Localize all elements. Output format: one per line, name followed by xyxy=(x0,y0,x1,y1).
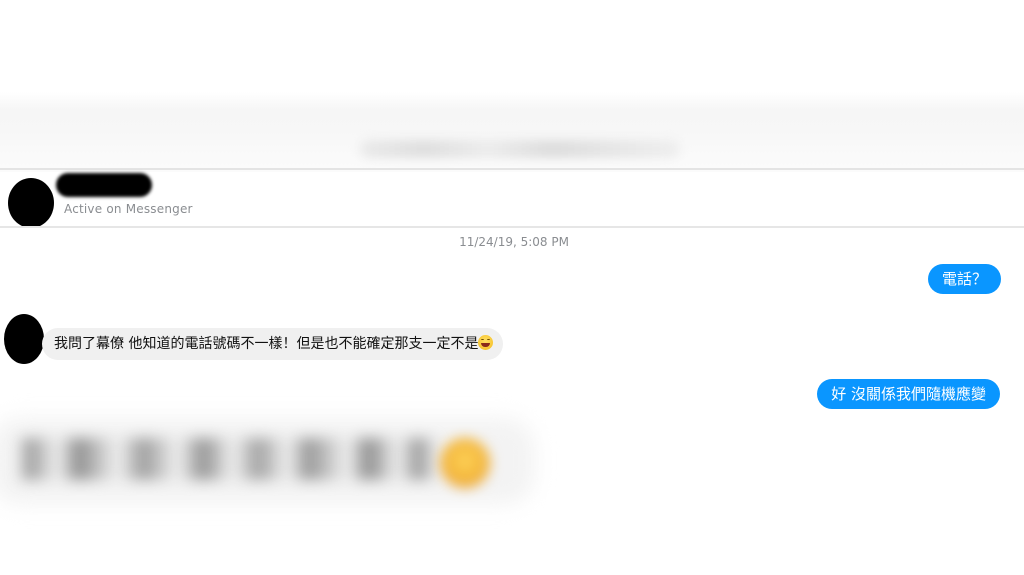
blurred-emoji-icon xyxy=(440,438,490,488)
incoming-message-bubble[interactable]: 我問了幕僚 他知道的電話號碼不一樣！但是也不能確定那支一定不是 xyxy=(42,328,504,360)
contact-status: Active on Messenger xyxy=(64,202,193,216)
outgoing-message-bubble[interactable]: 好 沒關係我們隨機應變 xyxy=(817,379,1000,409)
messenger-screen: Active on Messenger 11/24/19, 5:08 PM 電話… xyxy=(0,0,1024,575)
divider xyxy=(0,226,1024,228)
sender-avatar[interactable] xyxy=(4,314,44,364)
message-timestamp: 11/24/19, 5:08 PM xyxy=(459,235,569,249)
blurred-message-text xyxy=(18,438,438,480)
outgoing-message-bubble[interactable]: 電話？ xyxy=(927,264,1001,294)
grinning-face-icon xyxy=(478,335,494,350)
contact-name-redacted xyxy=(56,173,152,197)
contact-header[interactable]: Active on Messenger xyxy=(0,170,1024,228)
contact-avatar[interactable] xyxy=(8,178,54,228)
blurred-heading xyxy=(360,140,680,158)
incoming-message-text: 我問了幕僚 他知道的電話號碼不一樣！但是也不能確定那支一定不是 xyxy=(54,336,479,352)
